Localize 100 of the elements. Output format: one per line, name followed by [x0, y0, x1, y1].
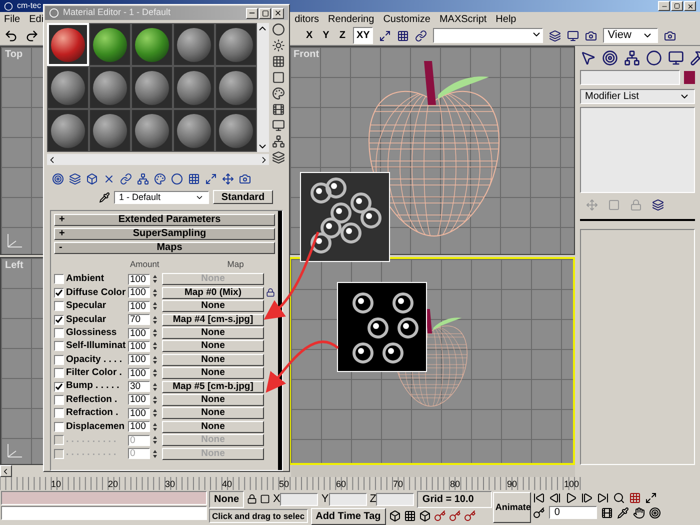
layers-icon[interactable] [548, 30, 561, 42]
spinner-icon[interactable] [152, 408, 158, 418]
amount-field[interactable]: 100 [128, 274, 150, 285]
map-button[interactable]: None [162, 354, 264, 366]
redo-icon[interactable] [25, 28, 39, 42]
checkbox[interactable] [54, 341, 64, 352]
grid-icon[interactable] [404, 510, 416, 522]
restore-icon[interactable] [674, 3, 680, 9]
view-dropdown[interactable]: View [602, 28, 658, 43]
axis-button[interactable]: Y [320, 28, 332, 43]
light-icon[interactable] [272, 39, 285, 52]
material-name-dropdown[interactable]: 1 - Default [114, 190, 209, 204]
spinner-icon[interactable] [152, 435, 158, 446]
checkbox[interactable] [54, 314, 64, 325]
spinner-icon[interactable] [152, 382, 158, 392]
material-slot[interactable] [215, 66, 257, 109]
play-icon[interactable] [565, 492, 578, 504]
step-back-icon[interactable] [549, 492, 562, 504]
close-button[interactable] [684, 1, 696, 11]
checkbox[interactable] [54, 394, 64, 405]
map-button[interactable]: None [162, 367, 264, 380]
checkbox[interactable] [54, 354, 64, 365]
checker-icon[interactable] [272, 55, 285, 68]
spinner-icon[interactable] [152, 448, 158, 459]
material-slot[interactable] [173, 23, 215, 66]
map-button[interactable]: Map #0 (Mix) [162, 286, 264, 299]
coordinate-field[interactable] [280, 492, 318, 506]
modifier-list-dropdown[interactable]: Modifier List [580, 89, 695, 104]
map-button[interactable]: None [162, 327, 264, 339]
amount-field[interactable]: 100 [128, 287, 150, 298]
map-button[interactable]: None [162, 394, 264, 406]
amount-field[interactable]: 30 [128, 381, 150, 392]
spinner-icon[interactable] [152, 354, 158, 365]
link-icon[interactable] [414, 30, 427, 42]
amount-field[interactable]: 100 [128, 421, 150, 432]
checkbox[interactable] [54, 368, 64, 378]
scrollbar[interactable] [278, 211, 282, 470]
hierarchy-icon[interactable] [272, 135, 285, 148]
menu-item[interactable]: ditors [294, 12, 320, 26]
rollout-header[interactable]: - Maps [54, 242, 275, 254]
checkbox[interactable] [54, 274, 64, 284]
material-slot[interactable] [173, 109, 215, 152]
map-button[interactable]: None [162, 420, 264, 433]
spinner-icon[interactable] [152, 422, 158, 432]
frame-field[interactable]: 0 [549, 506, 598, 519]
material-slot[interactable] [47, 66, 89, 109]
spinner-icon[interactable] [152, 274, 158, 284]
preview-icon[interactable] [272, 119, 285, 132]
menu-item[interactable]: Customize [383, 12, 430, 26]
minimize-button[interactable] [658, 1, 670, 11]
spinner-icon[interactable] [152, 288, 158, 298]
maximize-icon[interactable] [262, 10, 268, 16]
menu-item[interactable]: MAXScript [439, 12, 487, 26]
amount-field[interactable]: 100 [128, 394, 150, 406]
map-button[interactable]: None [162, 300, 264, 312]
checkbox[interactable] [54, 301, 64, 312]
material-slot[interactable] [215, 23, 257, 66]
map-button[interactable]: Map #5 [cm-b.jpg] [162, 380, 264, 393]
object-color-swatch[interactable] [684, 71, 695, 84]
checkbox[interactable] [54, 288, 64, 298]
pointer-icon[interactable] [580, 50, 596, 66]
material-slot[interactable] [131, 66, 173, 109]
menu-item[interactable]: Edi [29, 12, 44, 26]
amount-field[interactable]: 70 [128, 314, 150, 326]
spinner-icon[interactable] [152, 314, 158, 325]
layers-icon[interactable] [272, 151, 285, 164]
material-slot[interactable] [89, 23, 131, 66]
spinner-icon[interactable] [152, 394, 158, 405]
coordinate-field[interactable] [376, 492, 414, 506]
palette-icon[interactable] [154, 173, 166, 185]
vertical-scrollbar[interactable] [257, 23, 269, 152]
move-icon[interactable] [222, 173, 234, 185]
amount-field[interactable]: 100 [128, 368, 150, 379]
menu-item[interactable]: File [4, 12, 20, 26]
rollout-header[interactable]: + Extended Parameters [54, 214, 275, 226]
zoom-icon[interactable] [613, 492, 626, 504]
menu-item[interactable]: Rendering [328, 12, 374, 26]
material-slot[interactable] [131, 23, 173, 66]
eyedropper-icon[interactable] [99, 192, 110, 202]
skip-back-icon[interactable] [533, 492, 546, 504]
checkbox[interactable] [54, 382, 64, 392]
amount-field[interactable]: 100 [128, 354, 150, 366]
spinner-icon[interactable] [152, 328, 158, 338]
hierarchy-icon[interactable] [624, 50, 640, 66]
spinner-icon[interactable] [152, 341, 158, 352]
add-time-tag-button[interactable]: Add Time Tag [310, 508, 386, 524]
step-forward-icon[interactable] [581, 492, 594, 504]
rollout-header[interactable]: + SuperSampling [54, 228, 275, 240]
amount-field[interactable]: 100 [128, 300, 150, 312]
modifier-stack-list[interactable] [580, 107, 695, 193]
monitor-icon[interactable] [566, 30, 579, 42]
film-icon[interactable] [272, 103, 285, 116]
axis-button[interactable]: Z [337, 28, 348, 43]
map-button[interactable]: Map #4 [cm-s.jpg] [162, 314, 264, 326]
box-icon[interactable] [388, 510, 401, 522]
undo-icon[interactable] [4, 28, 18, 42]
selection-set-dropdown[interactable] [432, 28, 543, 43]
sphere-icon[interactable] [272, 23, 285, 36]
amount-field[interactable]: 100 [128, 340, 150, 352]
pan-icon[interactable] [633, 506, 646, 518]
